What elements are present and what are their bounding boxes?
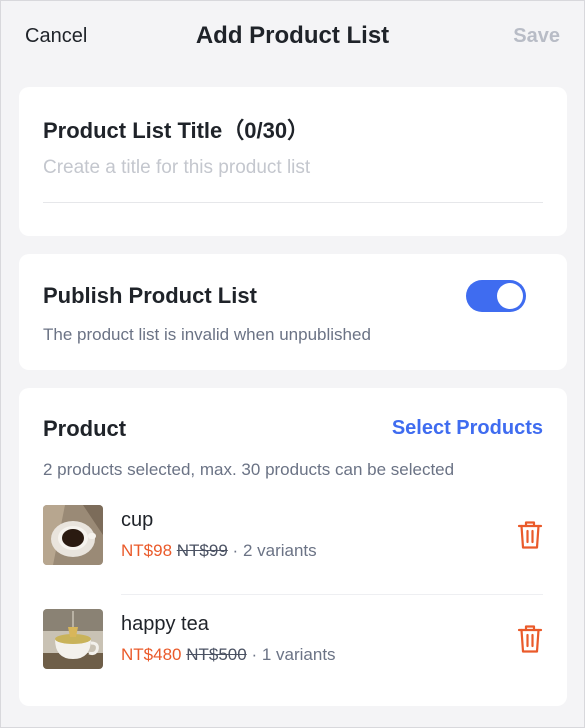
product-name: happy tea bbox=[121, 613, 209, 635]
meta-separator: · bbox=[232, 541, 239, 560]
product-variants: 2 variants bbox=[242, 541, 317, 560]
product-section-label: Product bbox=[43, 416, 127, 441]
product-thumbnail-tea bbox=[43, 609, 103, 669]
publish-description: The product list is invalid when unpubli… bbox=[43, 325, 371, 344]
selected-count-text: 2 products selected, max. 30 products ca… bbox=[43, 460, 455, 479]
product-original-price: NT$99 bbox=[176, 541, 228, 560]
nav-header: Cancel Add Product List Save bbox=[1, 1, 584, 71]
product-price: NT$98 bbox=[121, 541, 173, 560]
product-meta: NT$98 NT$99 · 2 variants bbox=[121, 541, 317, 561]
product-variants: 1 variants bbox=[261, 645, 336, 664]
product-price: NT$480 bbox=[121, 645, 182, 664]
delete-icon[interactable] bbox=[517, 624, 543, 654]
title-field-label: Product List Title（0/30） bbox=[43, 118, 310, 143]
page-title: Add Product List bbox=[195, 22, 390, 49]
publish-card: Publish Product List The product list is… bbox=[19, 254, 567, 370]
product-original-price: NT$500 bbox=[186, 645, 247, 664]
row-divider bbox=[121, 594, 543, 595]
title-input[interactable]: Create a title for this product list bbox=[43, 157, 310, 179]
select-products-button[interactable]: Select Products bbox=[392, 417, 543, 440]
save-button[interactable]: Save bbox=[513, 25, 560, 48]
title-input-underline bbox=[43, 202, 543, 203]
delete-icon[interactable] bbox=[517, 520, 543, 550]
product-row: cup NT$98 NT$99 · 2 variants bbox=[43, 490, 543, 586]
product-meta: NT$480 NT$500 · 1 variants bbox=[121, 645, 336, 665]
product-row: happy tea NT$480 NT$500 · 1 variants bbox=[43, 594, 543, 690]
toggle-knob bbox=[497, 283, 523, 309]
product-thumbnail-cup bbox=[43, 505, 103, 565]
product-card: Product Select Products 2 products selec… bbox=[19, 388, 567, 706]
publish-label: Publish Product List bbox=[43, 283, 257, 308]
meta-separator: · bbox=[251, 645, 258, 664]
publish-toggle[interactable] bbox=[466, 280, 526, 312]
product-name: cup bbox=[121, 509, 154, 531]
title-card: Product List Title（0/30） Create a title … bbox=[19, 87, 567, 236]
